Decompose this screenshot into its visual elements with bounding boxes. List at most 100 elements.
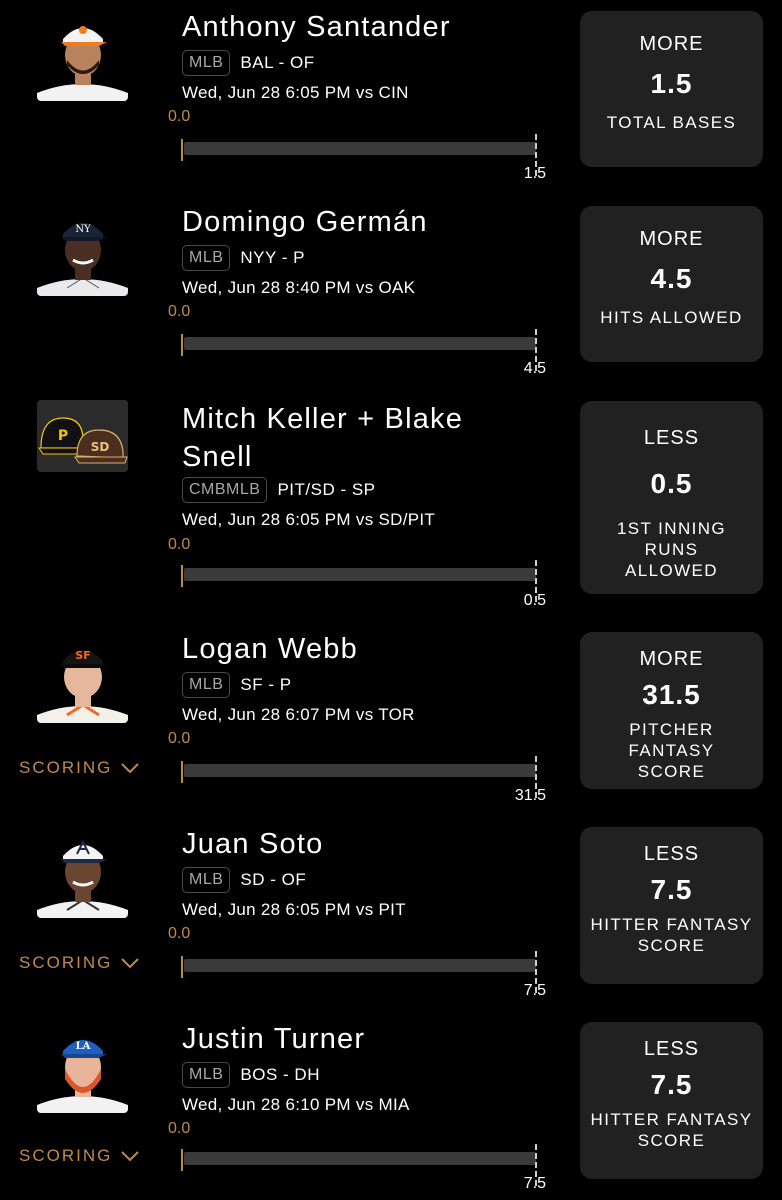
- game-time: Wed, Jun 28 6:05 PM vs SD/PIT: [182, 510, 436, 529]
- svg-text:P: P: [58, 428, 68, 444]
- progress-bar: [184, 142, 536, 155]
- progress-bar: [184, 764, 536, 777]
- projection-value: 7.5: [650, 1069, 693, 1100]
- pick-direction: LESS: [643, 1038, 700, 1060]
- pick-direction: MORE: [639, 33, 704, 55]
- progress-bar: [184, 959, 536, 972]
- game-time: Wed, Jun 28 6:10 PM vs MIA: [182, 1095, 410, 1114]
- projection-value: 1.5: [650, 68, 693, 99]
- scoring-toggle[interactable]: SCORING: [19, 1146, 140, 1166]
- player-avatar: [37, 830, 128, 918]
- player-avatar: [37, 13, 128, 101]
- pick-direction: LESS: [643, 843, 700, 865]
- pick-direction: MORE: [639, 648, 704, 670]
- league-row: MLB BOS - DH: [182, 1062, 320, 1088]
- player-avatar: NY: [37, 208, 128, 296]
- projection-card[interactable]: MORE 1.5 TOTAL BASES: [580, 11, 763, 167]
- game-time: Wed, Jun 28 6:05 PM vs CIN: [182, 83, 409, 102]
- game-time: Wed, Jun 28 6:05 PM vs PIT: [182, 900, 406, 919]
- player-avatar: LA: [37, 1025, 128, 1113]
- league-row: MLB SD - OF: [182, 867, 306, 893]
- league-row: MLB BAL - OF: [182, 50, 315, 76]
- projection-card[interactable]: MORE 31.5 PITCHER FANTASY SCORE: [580, 632, 763, 789]
- line-label: 0.5: [523, 592, 546, 609]
- stat-type: 1ST INNING RUNS ALLOWED: [616, 519, 727, 580]
- stat-type: TOTAL BASES: [606, 113, 737, 132]
- scoring-label: SCORING: [19, 1146, 113, 1165]
- scoring-label: SCORING: [19, 758, 113, 777]
- progress-start-tick: [181, 761, 183, 783]
- league-badge: CMBMLB: [182, 477, 268, 503]
- team-position: SF - P: [240, 675, 292, 694]
- projection-card[interactable]: MORE 4.5 HITS ALLOWED: [580, 206, 763, 362]
- league-badge: MLB: [182, 245, 231, 271]
- league-row: MLB NYY - P: [182, 245, 305, 271]
- current-value: 0.0: [168, 108, 191, 125]
- svg-text:LA: LA: [76, 1041, 91, 1052]
- svg-text:SD: SD: [91, 440, 110, 454]
- player-name: Mitch Keller + Blake Snell: [182, 403, 464, 473]
- stat-type: PITCHER FANTASY SCORE: [628, 720, 715, 781]
- team-position: SD - OF: [240, 870, 307, 889]
- progress-start-tick: [181, 1149, 183, 1171]
- projection-value: 7.5: [650, 874, 693, 905]
- progress-bar: [184, 1152, 536, 1165]
- chevron-down-icon: [121, 1151, 140, 1162]
- team-position: PIT/SD - SP: [277, 480, 376, 499]
- progress-start-tick: [181, 565, 183, 587]
- progress-start-tick: [181, 334, 183, 356]
- pick-row[interactable]: NY Domingo Germán MLB NYY - P Wed, Jun 2…: [0, 195, 782, 390]
- line-label: 7.5: [523, 982, 546, 999]
- line-label: 7.5: [523, 1175, 546, 1192]
- scoring-toggle[interactable]: SCORING: [19, 953, 140, 973]
- league-row: MLB SF - P: [182, 672, 292, 698]
- projection-card[interactable]: LESS 7.5 HITTER FANTASY SCORE: [580, 827, 763, 984]
- progress-start-tick: [181, 139, 183, 161]
- scoring-toggle[interactable]: SCORING: [19, 758, 140, 778]
- projection-card[interactable]: LESS 0.5 1ST INNING RUNS ALLOWED: [580, 401, 763, 594]
- current-value: 0.0: [168, 730, 191, 747]
- player-avatar: SF: [37, 635, 128, 723]
- pick-row[interactable]: Anthony Santander MLB BAL - OF Wed, Jun …: [0, 0, 782, 195]
- league-badge: MLB: [182, 1062, 231, 1088]
- stat-type: HITS ALLOWED: [600, 308, 743, 327]
- projection-value: 31.5: [642, 679, 701, 710]
- current-value: 0.0: [168, 925, 191, 942]
- league-row: CMBMLB PIT/SD - SP: [182, 477, 376, 503]
- stat-type: HITTER FANTASY SCORE: [590, 1110, 753, 1150]
- game-time: Wed, Jun 28 8:40 PM vs OAK: [182, 278, 416, 297]
- team-position: BOS - DH: [240, 1065, 320, 1084]
- projection-value: 0.5: [650, 468, 693, 499]
- pick-direction: LESS: [643, 427, 700, 449]
- svg-text:NY: NY: [75, 224, 91, 235]
- current-value: 0.0: [168, 536, 191, 553]
- svg-text:SF: SF: [75, 649, 90, 662]
- team-position: BAL - OF: [240, 53, 315, 72]
- projection-card[interactable]: LESS 7.5 HITTER FANTASY SCORE: [580, 1022, 763, 1179]
- player-name: Justin Turner: [182, 1023, 366, 1055]
- player-name: Logan Webb: [182, 633, 358, 665]
- progress-start-tick: [181, 956, 183, 978]
- chevron-down-icon: [121, 958, 140, 969]
- line-label: 1.5: [523, 165, 546, 182]
- pick-row[interactable]: LA Justin Turner MLB BOS - DH Wed, Jun 2…: [0, 1010, 782, 1200]
- player-name: Juan Soto: [182, 828, 324, 860]
- league-badge: MLB: [182, 672, 231, 698]
- current-value: 0.0: [168, 1120, 191, 1137]
- pick-row[interactable]: Juan Soto MLB SD - OF Wed, Jun 28 6:05 P…: [0, 815, 782, 1010]
- game-time: Wed, Jun 28 6:07 PM vs TOR: [182, 705, 415, 724]
- projection-value: 4.5: [650, 263, 693, 294]
- stat-type: HITTER FANTASY SCORE: [590, 915, 753, 955]
- team-caps-avatar: P SD: [37, 400, 128, 472]
- league-badge: MLB: [182, 867, 231, 893]
- line-label: 31.5: [514, 787, 546, 804]
- scoring-label: SCORING: [19, 953, 113, 972]
- progress-bar: [184, 568, 536, 581]
- team-position: NYY - P: [240, 248, 305, 267]
- league-badge: MLB: [182, 50, 231, 76]
- pick-row[interactable]: P SD Mitch Keller + Blake Snell CMBMLB P…: [0, 390, 782, 620]
- pick-row[interactable]: SF Logan Webb MLB SF - P Wed, Jun 28 6:0…: [0, 620, 782, 815]
- current-value: 0.0: [168, 303, 191, 320]
- player-name: Domingo Germán: [182, 206, 428, 238]
- progress-bar: [184, 337, 536, 350]
